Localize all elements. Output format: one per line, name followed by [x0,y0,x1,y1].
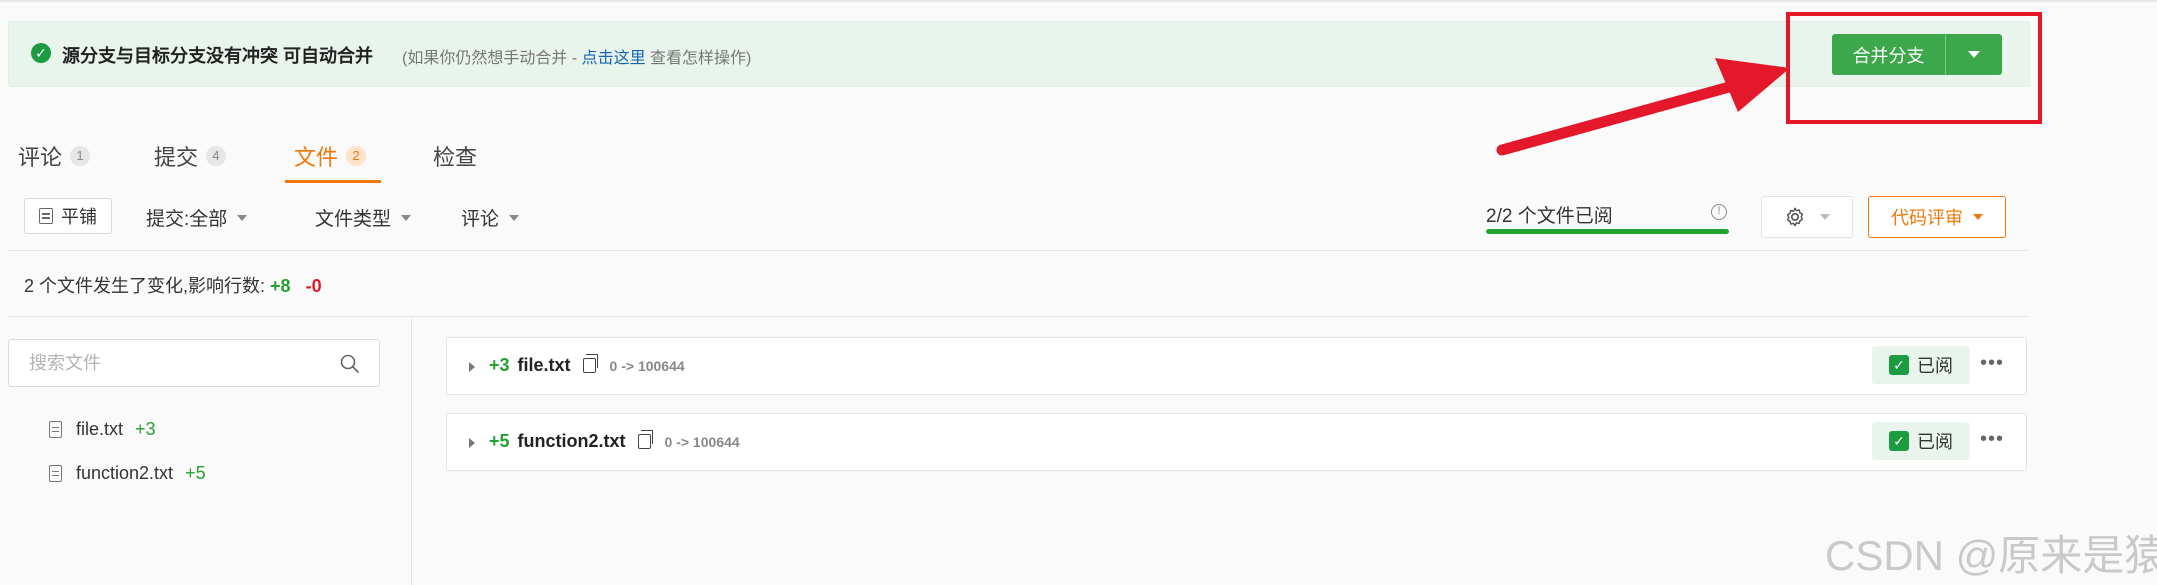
expand-caret-icon[interactable] [469,438,475,448]
file-diff-header: +5 function2.txt 0 -> 100644 [489,430,740,451]
search-icon[interactable] [339,353,361,375]
gear-icon [1786,207,1804,227]
watermark: CSDN @原来是猿 [1825,532,2157,579]
commit-filter-dropdown[interactable]: 提交:全部 [146,204,248,231]
viewed-progress-fill [1486,229,1729,234]
sidebar-divider [411,316,412,585]
tab-comments[interactable]: 评论 1 [18,140,91,172]
filetype-filter-dropdown[interactable]: 文件类型 [315,204,412,231]
file-diff-row[interactable]: +5 function2.txt 0 -> 100644 ✓ 已阅 ••• [446,413,2027,471]
file-diff-header: +3 file.txt 0 -> 100644 [489,354,685,375]
summary-divider [8,316,2028,317]
expand-caret-icon[interactable] [469,362,475,372]
tab-count-badge: 2 [346,146,367,166]
copy-icon[interactable] [582,354,598,373]
tab-commits[interactable]: 提交 4 [154,140,227,172]
more-icon[interactable]: ••• [1980,352,2004,375]
tab-count-badge: 1 [70,146,91,166]
file-search-box [8,339,380,387]
lines-removed: -0 [305,276,322,296]
settings-dropdown-button[interactable] [1761,196,1853,238]
file-mode-change: 0 -> 100644 [609,357,685,374]
file-icon [49,421,62,438]
viewed-progress-bar [1486,229,1729,234]
tab-count-badge: 4 [206,146,227,166]
chevron-down-icon [237,214,248,221]
chevron-down-icon [1973,214,1983,220]
manual-merge-link[interactable]: 点击这里 [582,50,646,67]
copy-icon[interactable] [637,430,653,449]
info-icon[interactable]: ! [1711,204,1727,220]
tree-item[interactable]: file.txt +3 [49,419,156,440]
file-name: file.txt [517,355,571,375]
manual-merge-hint: (如果你仍然想手动合并 - 点击这里 查看怎样操作) [402,50,752,67]
tab-files[interactable]: 文件 2 [294,140,367,172]
file-icon [49,465,62,482]
list-icon [39,208,53,224]
comment-filter-dropdown[interactable]: 评论 [461,204,520,231]
checkbox-checked-icon: ✓ [1889,355,1909,375]
chevron-down-icon [1820,214,1830,220]
check-circle-icon: ✓ [31,43,51,63]
checkbox-checked-icon: ✓ [1889,431,1909,451]
viewed-toggle[interactable]: ✓ 已阅 [1872,346,1970,384]
viewed-files-status: 2/2 个文件已阅 [1486,206,1613,227]
lines-added: +8 [270,276,291,296]
active-tab-indicator [285,180,381,183]
file-search-input[interactable] [27,352,331,375]
chevron-down-icon [401,214,412,221]
tab-checks[interactable]: 检查 [433,140,477,172]
tree-item[interactable]: function2.txt +5 [49,463,206,484]
annotation-highlight-box [1786,12,2042,124]
annotation-arrow-icon [1496,58,1790,156]
chevron-down-icon [509,214,520,221]
toolbar-divider [8,250,2028,251]
file-name: function2.txt [517,431,626,451]
top-divider [0,0,2157,2]
file-mode-change: 0 -> 100644 [664,433,740,450]
viewed-toggle[interactable]: ✓ 已阅 [1872,422,1970,460]
code-review-button[interactable]: 代码评审 [1868,196,2006,238]
merge-status-message: 源分支与目标分支没有冲突 可自动合并 [62,46,373,66]
more-icon[interactable]: ••• [1980,428,2004,451]
flat-view-button[interactable]: 平铺 [24,198,112,234]
change-summary: 2 个文件发生了变化,影响行数: +8 -0 [24,276,322,296]
file-diff-row[interactable]: +3 file.txt 0 -> 100644 ✓ 已阅 ••• [446,337,2027,395]
